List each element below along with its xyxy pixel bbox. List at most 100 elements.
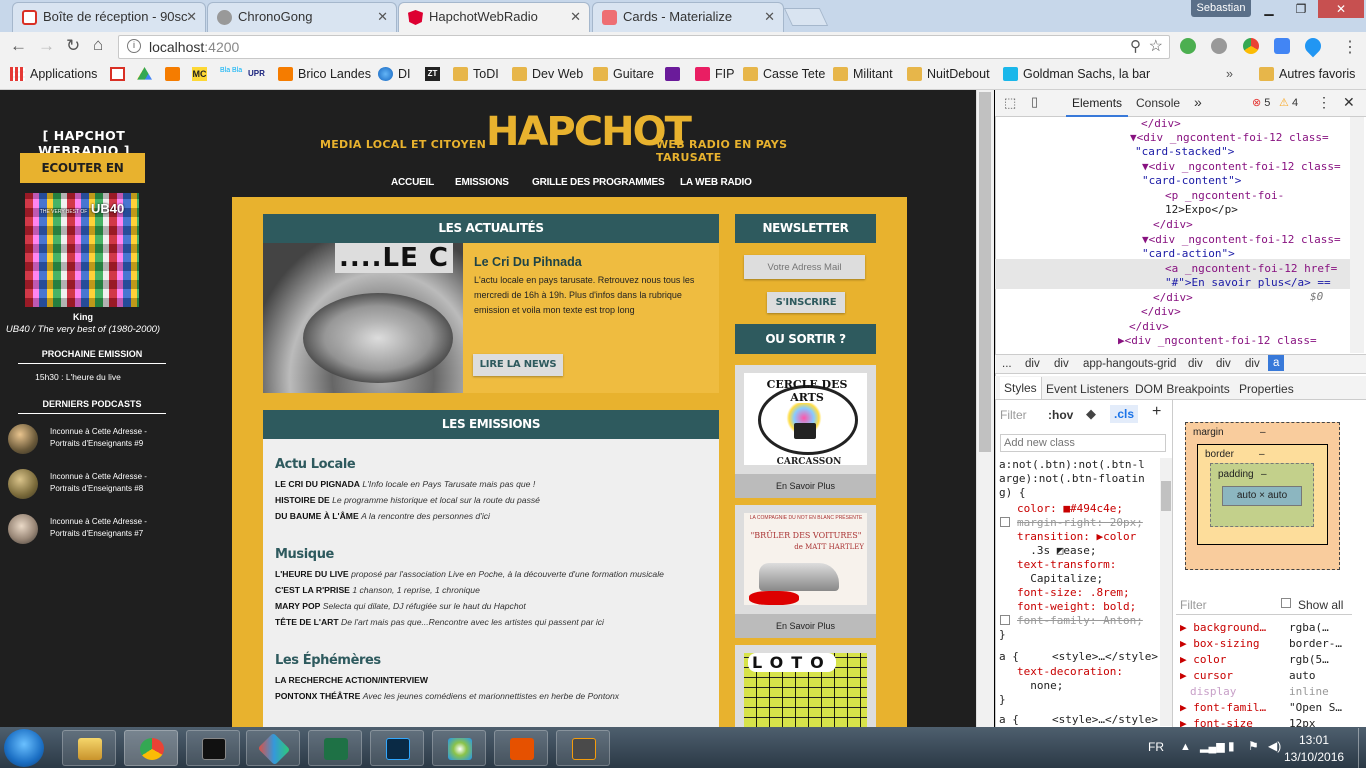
- dom-line[interactable]: </div>: [1153, 218, 1193, 231]
- breadcrumb-item[interactable]: app-hangouts-grid: [1083, 358, 1176, 370]
- tab-event-listeners[interactable]: Event Listeners: [1046, 382, 1129, 396]
- bookmark-applications[interactable]: Applications: [10, 67, 97, 81]
- home-icon[interactable]: ⌂: [93, 35, 103, 55]
- computed-row[interactable]: ▶ box-sizing: [1180, 637, 1259, 650]
- start-button[interactable]: [4, 729, 44, 767]
- device-toolbar-icon[interactable]: ▯: [1031, 94, 1038, 110]
- taskbar-photoshop[interactable]: [370, 730, 424, 766]
- taskbar-excel[interactable]: [308, 730, 362, 766]
- maximize-icon[interactable]: ❐: [1286, 0, 1316, 18]
- clock-date[interactable]: 13/10/2016: [1284, 750, 1344, 764]
- close-icon[interactable]: ✕: [186, 9, 197, 25]
- breadcrumb-item-selected[interactable]: a: [1268, 355, 1285, 371]
- hov-toggle[interactable]: :hov: [1048, 408, 1073, 422]
- computed-row[interactable]: ▶ font-size: [1180, 717, 1253, 727]
- inspect-icon[interactable]: ⬚: [1004, 95, 1016, 111]
- property-checkbox[interactable]: [1000, 615, 1010, 625]
- warning-count[interactable]: ⚠ 4: [1279, 96, 1298, 109]
- css-property[interactable]: text-transform:: [1017, 558, 1116, 572]
- bookmark-nuitdebout[interactable]: NuitDebout: [907, 67, 990, 81]
- tab-console[interactable]: Console: [1136, 96, 1180, 110]
- dom-line[interactable]: </div>: [1141, 117, 1181, 130]
- devtools-menu-icon[interactable]: ⋮: [1317, 94, 1331, 111]
- dom-line[interactable]: ▼<div _ngcontent-foi-12 class=: [1130, 131, 1329, 144]
- css-property[interactable]: .3s ◩ease;: [1017, 544, 1096, 558]
- outing-card[interactable]: LOTO: [735, 645, 876, 727]
- read-news-button[interactable]: LIRE LA NEWS: [473, 354, 563, 376]
- emission-item[interactable]: L'HEURE DU LIVE proposé par l'associatio…: [275, 569, 664, 579]
- dom-line[interactable]: "card-content">: [1142, 174, 1241, 187]
- newsletter-email-input[interactable]: [744, 255, 865, 279]
- show-all-checkbox[interactable]: [1281, 598, 1291, 608]
- computed-filter-input[interactable]: Filter: [1180, 598, 1207, 612]
- styles-scrollbar-thumb[interactable]: [1161, 481, 1171, 511]
- emission-item[interactable]: LE CRI DU PIGNADA L'Info locale en Pays …: [275, 479, 535, 489]
- dom-line[interactable]: ▶<div _ngcontent-foi-12 class=: [1118, 334, 1317, 347]
- menu-webradio[interactable]: LA WEB RADIO: [680, 177, 752, 188]
- menu-kebab-icon[interactable]: ⋮: [1342, 37, 1358, 57]
- error-count[interactable]: ⊗ 5: [1252, 96, 1270, 109]
- taskbar-chrome[interactable]: [124, 730, 178, 766]
- css-property[interactable]: font-size: .8rem;: [1017, 586, 1130, 600]
- dom-line[interactable]: "card-stacked">: [1135, 145, 1234, 158]
- flag-icon[interactable]: ⚑: [1248, 739, 1259, 753]
- dom-line[interactable]: ▼<div _ngcontent-foi-12 class=: [1142, 160, 1341, 173]
- css-property[interactable]: font-weight: bold;: [1017, 600, 1136, 614]
- dom-line[interactable]: </div>: [1129, 320, 1169, 333]
- css-property[interactable]: color: ■#494c4e;: [1017, 502, 1123, 516]
- bookmark-casse-tete[interactable]: Casse Tete: [743, 67, 825, 81]
- taskbar-terminal[interactable]: [186, 730, 240, 766]
- adblock-icon[interactable]: [1211, 38, 1227, 54]
- volume-icon[interactable]: ◀): [1268, 739, 1281, 753]
- battery-icon[interactable]: ▮: [1228, 739, 1235, 753]
- taskbar-paint[interactable]: [432, 730, 486, 766]
- subscribe-button[interactable]: S'INSCRIRE: [767, 292, 845, 313]
- emission-item[interactable]: DU BAUME À L'ÂME A la rencontre des pers…: [275, 511, 490, 521]
- language-indicator[interactable]: FR: [1148, 740, 1164, 754]
- cls-toggle[interactable]: .cls: [1110, 405, 1139, 423]
- dom-line-selected[interactable]: "#">En savoir plus</a> ==: [1165, 276, 1331, 289]
- bookmark-guitare[interactable]: Guitare: [593, 67, 654, 81]
- bookmark-di[interactable]: DI: [378, 67, 411, 81]
- emission-item[interactable]: TÊTE DE L'ART De l'art mais pas que...Re…: [275, 617, 604, 627]
- css-property[interactable]: Capitalize;: [1017, 572, 1103, 586]
- taskbar-git[interactable]: [246, 730, 300, 766]
- css-property[interactable]: none;: [1017, 679, 1063, 693]
- bookmark-brico-landes[interactable]: Brico Landes: [278, 67, 371, 81]
- forward-icon[interactable]: →: [38, 36, 55, 56]
- news-title[interactable]: Le Cri Du Pihnada: [474, 255, 582, 269]
- bookmark-todi[interactable]: ToDI: [453, 67, 499, 81]
- computed-row[interactable]: ▶ background…: [1180, 621, 1266, 634]
- dom-line[interactable]: 12>Expo</p>: [1165, 203, 1238, 216]
- clock-time[interactable]: 13:01: [1294, 733, 1334, 747]
- reload-icon[interactable]: ↻: [66, 36, 80, 56]
- extension-green-icon[interactable]: [1180, 38, 1196, 54]
- dom-line-selected[interactable]: <a _ngcontent-foi-12 href=: [1165, 262, 1337, 275]
- emission-item[interactable]: MARY POP Selecta qui dilate, DJ réfugiée…: [275, 601, 526, 611]
- more-tabs-icon[interactable]: »: [1194, 94, 1202, 110]
- breadcrumb-item[interactable]: div: [1245, 358, 1260, 370]
- emission-item[interactable]: PONTONX THÉÂTRE Avec les jeunes comédien…: [275, 691, 619, 701]
- close-icon[interactable]: ✕: [764, 9, 775, 25]
- menu-grille[interactable]: GRILLE DES PROGRAMMES: [532, 177, 665, 188]
- tab-elements[interactable]: Elements: [1072, 96, 1122, 110]
- address-bar[interactable]: i localhost:4200 ⚲ ☆: [118, 35, 1170, 59]
- zoom-search-icon[interactable]: ⚲: [1130, 37, 1141, 55]
- outing-more-link[interactable]: En Savoir Plus: [735, 614, 876, 638]
- listen-live-button[interactable]: ECOUTER EN DIRECT: [20, 153, 145, 205]
- podcast-item[interactable]: Inconnue à Cette Adresse - Portraits d'En…: [8, 469, 168, 503]
- tab-materialize[interactable]: Cards - Materialize ✕: [592, 2, 784, 32]
- taskbar-sublime[interactable]: [556, 730, 610, 766]
- breadcrumb-item[interactable]: div: [1216, 358, 1231, 370]
- breadcrumb-item[interactable]: div: [1054, 358, 1069, 370]
- page-scrollbar-thumb[interactable]: [979, 92, 991, 452]
- tray-expand-icon[interactable]: ▲: [1180, 741, 1191, 753]
- close-window-icon[interactable]: ✕: [1318, 0, 1364, 18]
- info-icon[interactable]: i: [127, 39, 141, 53]
- dom-scrollbar[interactable]: [1350, 117, 1364, 353]
- chrome-ext-icon[interactable]: [1243, 38, 1259, 54]
- bookmark-fip[interactable]: FIP: [695, 67, 734, 81]
- css-property[interactable]: transition: ▶color: [1017, 530, 1136, 544]
- dom-line[interactable]: ▼<div _ngcontent-foi-12 class=: [1142, 233, 1341, 246]
- emission-item[interactable]: HISTOIRE DE Le programme historique et l…: [275, 495, 540, 505]
